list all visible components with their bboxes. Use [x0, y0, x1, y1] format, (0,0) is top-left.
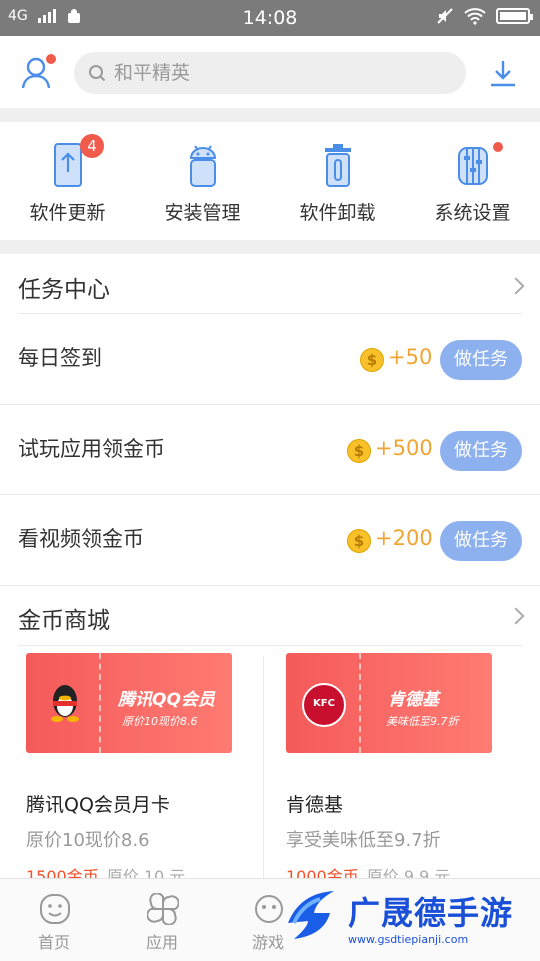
search-bar[interactable] [74, 52, 466, 94]
phone-update-icon [53, 143, 82, 187]
section-separator [0, 240, 540, 254]
ticket-title: 腾讯QQ会员 [118, 690, 215, 710]
apps-petal-icon [147, 893, 179, 925]
coupon-ticket: 腾讯QQ会员 原价10现价8.6 [26, 653, 232, 753]
goods-desc: 享受美味低至9.7折 [286, 830, 441, 851]
goods-card-kfc[interactable]: KFC 肯德基 美味低至9.7折 肯德基 享受美味低至9.7折 1000金币 原价… [286, 646, 526, 878]
goods-price: 1500金币 原价 10 元 [26, 863, 185, 878]
status-bar: 4G 14:08 [0, 0, 540, 36]
search-icon [89, 65, 106, 82]
task-reward: +200 [375, 526, 433, 550]
system-settings-button[interactable]: 系统设置 [405, 122, 540, 240]
original-price: 原价 9.9 元 [366, 867, 451, 878]
tab-label: 应用 [145, 933, 178, 952]
coin-icon: $ [360, 348, 384, 372]
settings-sliders-icon [457, 147, 488, 185]
coin-mall-title[interactable]: 金币商城 [18, 601, 110, 635]
task-name: 试玩应用领金币 [18, 437, 165, 461]
qq-penguin-icon [51, 685, 79, 722]
coin-mall-goods: 腾讯QQ会员 原价10现价8.6 腾讯QQ会员月卡 原价10现价8.6 1500… [0, 646, 540, 878]
top-header [0, 36, 540, 108]
android-robot-icon [189, 145, 216, 187]
user-profile-button[interactable] [20, 54, 56, 90]
task-name: 每日签到 [18, 346, 102, 370]
ticket-subtitle: 原价10现价8.6 [122, 715, 198, 728]
original-price: 原价 10 元 [106, 867, 186, 878]
coin-icon: $ [347, 439, 371, 463]
coin-icon: $ [347, 529, 371, 553]
goods-desc: 原价10现价8.6 [26, 830, 150, 851]
task-row: 看视频领金币 $ +200 做任务 [0, 495, 540, 585]
mute-icon [437, 8, 453, 24]
do-task-button[interactable]: 做任务 [440, 521, 522, 561]
task-name: 看视频领金币 [18, 527, 144, 551]
install-manage-button[interactable]: 安装管理 [135, 122, 270, 240]
section-separator [0, 108, 540, 122]
task-row: 每日签到 $ +50 做任务 [0, 314, 540, 404]
wifi-icon [464, 8, 486, 25]
update-count-badge: 4 [80, 134, 104, 158]
goods-name: 肯德基 [286, 794, 344, 816]
software-update-button[interactable]: 4 软件更新 [0, 122, 135, 240]
ticket-title: 肯德基 [388, 690, 439, 710]
tab-label: 首页 [37, 933, 70, 952]
goods-card-qq[interactable]: 腾讯QQ会员 原价10现价8.6 腾讯QQ会员月卡 原价10现价8.6 1500… [26, 646, 266, 878]
chevron-right-icon[interactable] [507, 277, 525, 295]
task-reward: +50 [388, 345, 433, 369]
chevron-right-icon[interactable] [507, 607, 525, 625]
coupon-ticket: KFC 肯德基 美味低至9.7折 [286, 653, 492, 753]
quick-action-label: 系统设置 [434, 202, 511, 224]
task-reward: +500 [375, 436, 433, 460]
card-divider [263, 656, 264, 878]
do-task-button[interactable]: 做任务 [440, 431, 522, 471]
search-input[interactable] [112, 61, 446, 85]
coin-price: 1500金币 [26, 867, 99, 878]
download-button[interactable] [488, 58, 518, 92]
quick-action-label: 安装管理 [164, 202, 241, 224]
do-task-button[interactable]: 做任务 [440, 340, 522, 380]
settings-notification-dot [493, 142, 503, 152]
task-center-title[interactable]: 任务中心 [18, 270, 110, 304]
quick-action-label: 软件卸载 [299, 202, 376, 224]
divider [0, 585, 540, 586]
coin-price: 1000金币 [286, 867, 359, 878]
download-icon [491, 61, 515, 87]
watermark-brand: 广晟德手游 [348, 894, 514, 932]
ticket-subtitle: 美味低至9.7折 [386, 715, 459, 728]
quick-action-label: 软件更新 [29, 202, 106, 224]
site-watermark: 广晟德手游 www.gsdtiepianji.com [280, 883, 540, 953]
task-row: 试玩应用领金币 $ +500 做任务 [0, 405, 540, 495]
quick-actions: 4 软件更新 安装管理 软件卸载 系统设置 [0, 122, 540, 240]
smile-home-icon [40, 894, 70, 924]
kfc-logo-text: KFC [313, 698, 335, 709]
watermark-logo [288, 891, 334, 939]
trash-icon [324, 144, 351, 187]
notification-dot [46, 54, 56, 64]
goods-name: 腾讯QQ会员月卡 [26, 794, 170, 816]
goods-price: 1000金币 原价 9.9 元 [286, 863, 450, 878]
uninstall-button[interactable]: 软件卸载 [270, 122, 405, 240]
watermark-url: www.gsdtiepianji.com [348, 933, 469, 946]
kfc-logo-icon: KFC [302, 683, 346, 727]
battery-icon [496, 8, 533, 24]
